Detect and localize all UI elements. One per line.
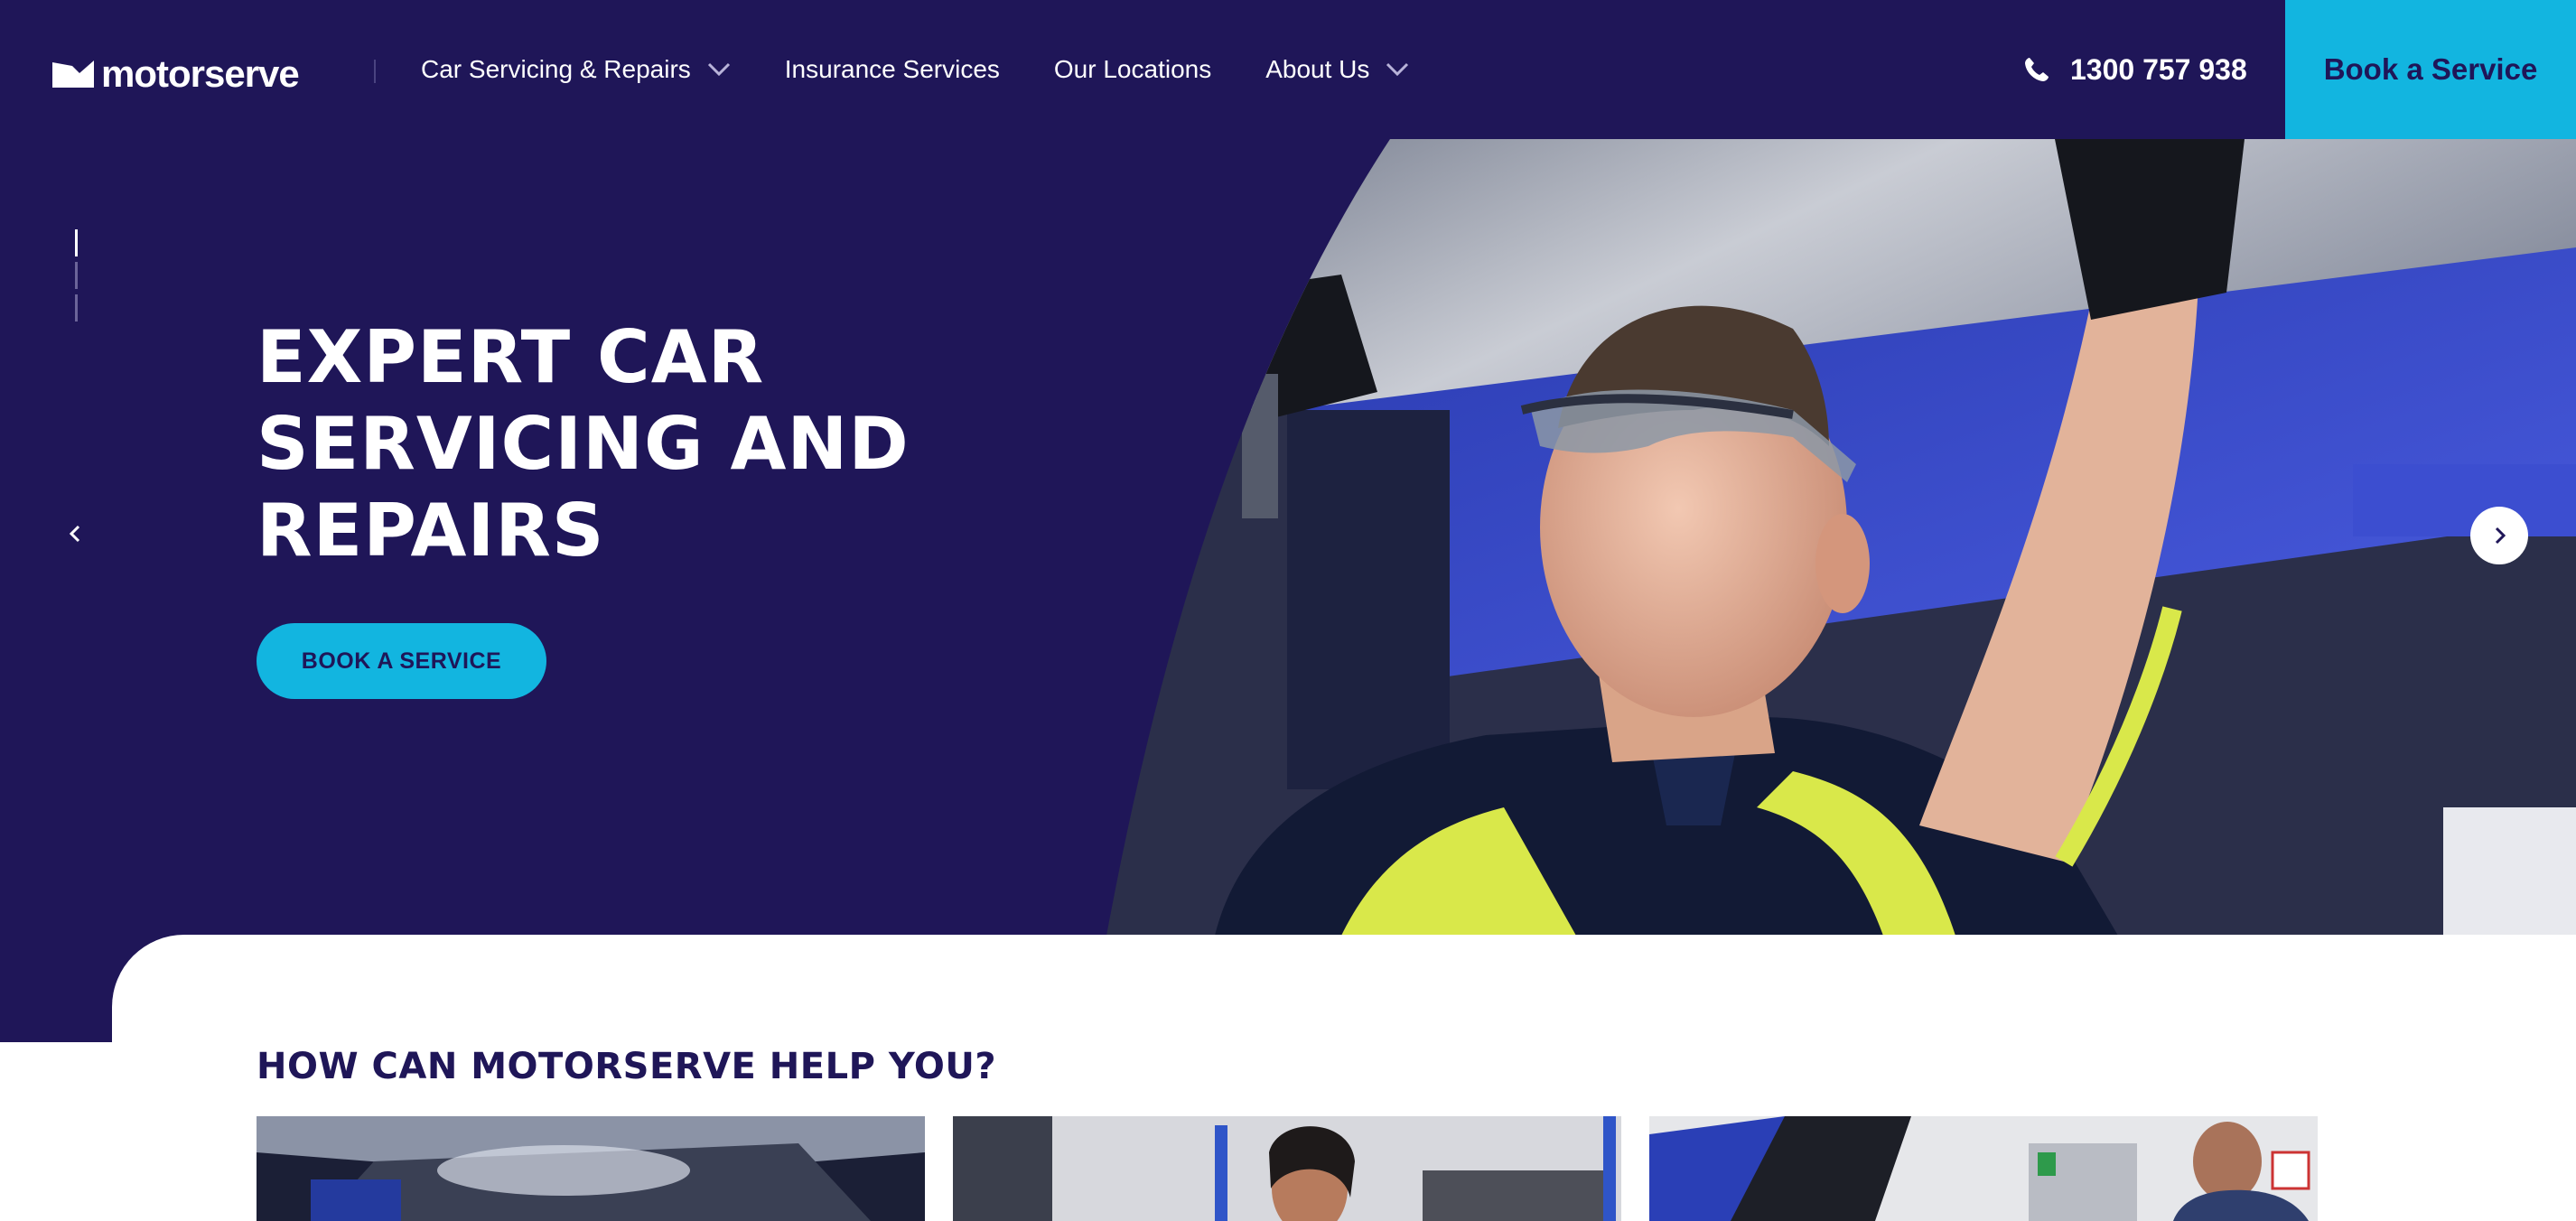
nav-item-label: Our Locations <box>1053 55 1212 83</box>
book-service-header-button[interactable]: Book a Service <box>2285 0 2576 139</box>
slide-indicator-1[interactable] <box>75 229 78 256</box>
nav-item-label: About Us <box>1265 55 1370 83</box>
motorserve-logo[interactable]: motorserve <box>52 52 300 96</box>
top-navbar: motorserve Car Servicing & Repairs Insur… <box>0 0 2576 139</box>
slide-indicators <box>75 229 78 322</box>
hero-title-line-3: REPAIRS <box>257 489 605 573</box>
phone-number: 1300 757 938 <box>2070 52 2247 86</box>
chevron-right-icon <box>2495 527 2506 545</box>
nav-divider <box>374 60 376 83</box>
service-card-1[interactable] <box>257 1116 925 1221</box>
phone-link[interactable]: 1300 757 938 <box>2023 0 2247 139</box>
mechanic-under-car-photo-icon <box>1106 139 2576 936</box>
phone-icon <box>2025 58 2049 81</box>
nav-item-our-locations[interactable]: Our Locations <box>1054 55 1211 84</box>
chevron-down-icon <box>1386 62 1409 77</box>
nav-item-label: Insurance Services <box>784 55 1000 83</box>
next-slide-button[interactable] <box>2470 507 2528 564</box>
nav-item-car-servicing[interactable]: Car Servicing & Repairs <box>421 55 731 84</box>
hero-title-line-1: EXPERT CAR <box>257 315 765 399</box>
slide-indicator-2[interactable] <box>75 262 78 289</box>
engine-bay-photo-icon <box>1649 1116 2318 1221</box>
slide-indicator-3[interactable] <box>75 294 78 322</box>
service-card-3[interactable] <box>1649 1116 2318 1221</box>
nav-item-label: Car Servicing & Repairs <box>421 55 691 83</box>
nav-item-insurance-services[interactable]: Insurance Services <box>785 55 1000 84</box>
hero-title: EXPERT CAR SERVICING AND REPAIRS <box>257 314 1069 574</box>
main-nav: Car Servicing & Repairs Insurance Servic… <box>421 0 1463 139</box>
mechanic-photo <box>1106 139 2576 936</box>
section-title: HOW CAN MOTORSERVE HELP YOU? <box>257 1046 997 1087</box>
chevron-down-icon <box>707 62 730 77</box>
car-underside-photo-icon <box>257 1116 925 1221</box>
chevron-left-icon[interactable] <box>60 518 90 549</box>
logo-text: motorserve <box>101 52 300 95</box>
hero-book-service-button[interactable]: BOOK A SERVICE <box>257 623 546 699</box>
service-card-2[interactable] <box>953 1116 1621 1221</box>
nav-item-about-us[interactable]: About Us <box>1265 55 1409 84</box>
hero-title-line-2: SERVICING AND <box>257 402 910 486</box>
workshop-technician-photo-icon <box>953 1116 1621 1221</box>
logo-mark-icon <box>52 61 94 88</box>
